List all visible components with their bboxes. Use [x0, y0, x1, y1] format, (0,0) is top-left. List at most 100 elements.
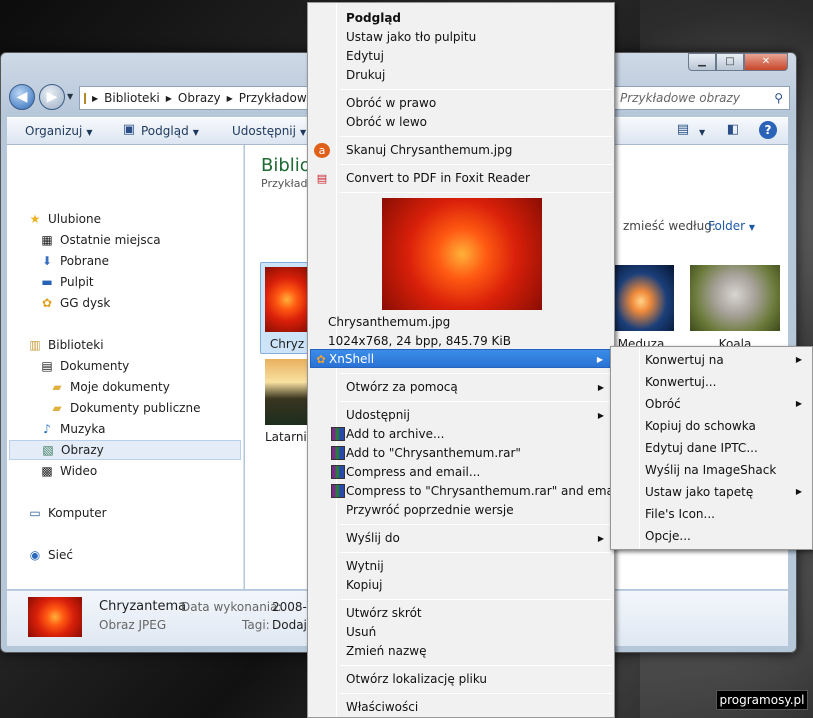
menu-item-edit[interactable]: Edytuj: [310, 47, 612, 66]
menu-separator: [340, 599, 612, 600]
menu-item-label: Konwertuj na: [645, 353, 724, 367]
submenu-item-copy-clipboard[interactable]: Kopiuj do schowka: [613, 415, 810, 437]
submenu-arrow-icon: ▶: [597, 383, 604, 392]
nav-label: Pobrane: [60, 254, 110, 268]
arrange-by-dropdown[interactable]: Folder ▼: [708, 219, 755, 233]
nav-network[interactable]: ◉ Sieć: [27, 545, 73, 565]
menu-item-add-rar[interactable]: Add to "Chrysanthemum.rar": [310, 444, 612, 463]
folder-icon: [84, 92, 86, 104]
menu-item-label: Add to archive...: [346, 427, 445, 441]
nav-downloads[interactable]: ⬇ Pobrane: [39, 251, 109, 271]
submenu-item-options[interactable]: Opcje...: [613, 525, 810, 547]
recent-pages-dropdown[interactable]: ▼: [67, 92, 73, 101]
context-menu: Podgląd Ustaw jako tło pulpitu Edytuj Dr…: [307, 2, 621, 718]
breadcrumb-item[interactable]: Obrazy: [178, 91, 221, 105]
address-bar[interactable]: ▶ Biblioteki ▶ Obrazy ▶ Przykładowe: [79, 86, 314, 110]
submenu-item-set-wallpaper[interactable]: Ustaw jako tapetę ▶: [613, 481, 810, 503]
file-thumbnail-chrysanthemum[interactable]: Chryz: [265, 267, 309, 351]
submenu-arrow-icon: ▶: [795, 355, 802, 364]
nav-gg-drive[interactable]: ✿ GG dysk: [39, 293, 110, 313]
preview-pane-icon[interactable]: ◧: [725, 122, 741, 138]
libraries-icon: ▥: [29, 338, 41, 352]
menu-item-set-wallpaper[interactable]: Ustaw jako tło pulpitu: [310, 28, 612, 47]
menu-item-send-to[interactable]: Wyślij do ▶: [310, 529, 612, 548]
nav-desktop[interactable]: ▬ Pulpit: [39, 272, 94, 292]
winrar-icon: [330, 446, 346, 461]
menu-item-copy[interactable]: Kopiuj: [310, 576, 612, 595]
computer-icon: ▭: [29, 506, 41, 520]
nav-computer[interactable]: ▭ Komputer: [27, 503, 106, 523]
search-input[interactable]: Przykładowe obrazy ⚲: [613, 86, 790, 110]
menu-file-name: Chrysanthemum.jpg: [328, 315, 451, 329]
nav-documents[interactable]: ▤ Dokumenty: [39, 356, 129, 376]
menu-item-delete[interactable]: Usuń: [310, 623, 612, 642]
menu-item-compress-rar-email[interactable]: Compress to "Chrysanthemum.rar" and emai…: [310, 482, 621, 501]
submenu-item-imageshack[interactable]: Wyślij na ImageShack: [613, 459, 810, 481]
xnshell-icon: ✿: [316, 353, 326, 366]
search-icon[interactable]: ⚲: [774, 91, 783, 105]
nav-favorites[interactable]: ★ Ulubione: [27, 209, 101, 229]
organize-button[interactable]: Organizuj ▼: [25, 124, 92, 138]
breadcrumb-item[interactable]: Przykładowe: [239, 91, 314, 105]
nav-label: Pulpit: [60, 275, 94, 289]
menu-item-open-location[interactable]: Otwórz lokalizację pliku: [310, 670, 612, 689]
minimize-button[interactable]: ▁: [688, 53, 716, 71]
nav-pictures[interactable]: ▧ Obrazy: [9, 440, 241, 460]
video-icon: ▩: [41, 464, 53, 478]
file-name: Latarnia: [265, 430, 315, 444]
file-thumbnail-lighthouse[interactable]: Latarnia: [265, 359, 315, 444]
view-options-icon[interactable]: ▤: [675, 122, 691, 138]
folder-icon: ▰: [52, 401, 62, 415]
file-thumbnail-koala[interactable]: Koala: [690, 265, 780, 351]
submenu-item-rotate[interactable]: Obróć ▶: [613, 393, 810, 415]
menu-item-xnshell[interactable]: ✿ XnShell ▶: [310, 349, 612, 368]
preview-button[interactable]: Podgląd ▼: [141, 124, 199, 138]
help-icon[interactable]: ?: [759, 121, 777, 139]
menu-item-open-with[interactable]: Otwórz za pomocą ▶: [310, 378, 612, 397]
pictures-icon: ▧: [42, 443, 54, 457]
menu-item-add-archive[interactable]: Add to archive...: [310, 425, 612, 444]
menu-item-preview[interactable]: Podgląd: [310, 9, 612, 28]
menu-separator: [340, 136, 612, 137]
submenu-item-edit-iptc[interactable]: Edytuj dane IPTC...: [613, 437, 810, 459]
maximize-button[interactable]: □: [716, 53, 744, 71]
nav-recent-places[interactable]: ▦ Ostatnie miejsca: [39, 230, 160, 250]
recent-places-icon: ▦: [41, 233, 53, 247]
chevron-right-icon: ▶: [226, 93, 233, 103]
back-button[interactable]: ◀: [9, 84, 35, 110]
forward-button[interactable]: ▶: [39, 84, 65, 110]
chevron-down-icon: ▼: [192, 128, 199, 137]
nav-label: Dokumenty: [60, 359, 130, 373]
file-thumbnail-jellyfish[interactable]: Meduza: [608, 265, 674, 351]
menu-item-share[interactable]: Udostępnij ▶: [310, 406, 612, 425]
submenu-item-files-icon[interactable]: File's Icon...: [613, 503, 810, 525]
nav-music[interactable]: ♪ Muzyka: [39, 419, 105, 439]
nav-label: Muzyka: [60, 422, 106, 436]
nav-video[interactable]: ▩ Wideo: [39, 461, 97, 481]
menu-item-properties[interactable]: Właściwości: [310, 698, 612, 717]
menu-item-print[interactable]: Drukuj: [310, 66, 612, 85]
details-tags-value[interactable]: Dodaj: [272, 618, 307, 632]
menu-image-preview: [382, 198, 542, 310]
nav-libraries[interactable]: ▥ Biblioteki: [27, 335, 103, 355]
menu-separator: [340, 373, 612, 374]
window-controls: ▁ □ ✕: [688, 53, 788, 71]
menu-item-rotate-left[interactable]: Obróć w lewo: [310, 113, 612, 132]
menu-item-rotate-right[interactable]: Obróć w prawo: [310, 94, 612, 113]
menu-item-cut[interactable]: Wytnij: [310, 557, 612, 576]
menu-item-create-shortcut[interactable]: Utwórz skrót: [310, 604, 612, 623]
submenu-item-convert[interactable]: Konwertuj...: [613, 371, 810, 393]
menu-item-compress-email[interactable]: Compress and email...: [310, 463, 612, 482]
close-button[interactable]: ✕: [744, 53, 788, 71]
breadcrumb-item[interactable]: Biblioteki: [104, 91, 160, 105]
menu-item-scan[interactable]: a Skanuj Chrysanthemum.jpg: [310, 141, 612, 160]
menu-item-convert-pdf[interactable]: ▤ Convert to PDF in Foxit Reader: [310, 169, 612, 188]
nav-my-documents[interactable]: ▰ Moje dokumenty: [49, 377, 169, 397]
nav-public-documents[interactable]: ▰ Dokumenty publiczne: [49, 398, 200, 418]
menu-item-label: Skanuj Chrysanthemum.jpg: [346, 143, 513, 157]
view-dropdown[interactable]: ▼: [695, 124, 705, 138]
share-button[interactable]: Udostępnij ▼: [232, 124, 306, 138]
submenu-item-convert-to[interactable]: Konwertuj na ▶: [613, 349, 810, 371]
menu-item-rename[interactable]: Zmień nazwę: [310, 642, 612, 661]
menu-item-restore-versions[interactable]: Przywróć poprzednie wersje: [310, 501, 612, 520]
